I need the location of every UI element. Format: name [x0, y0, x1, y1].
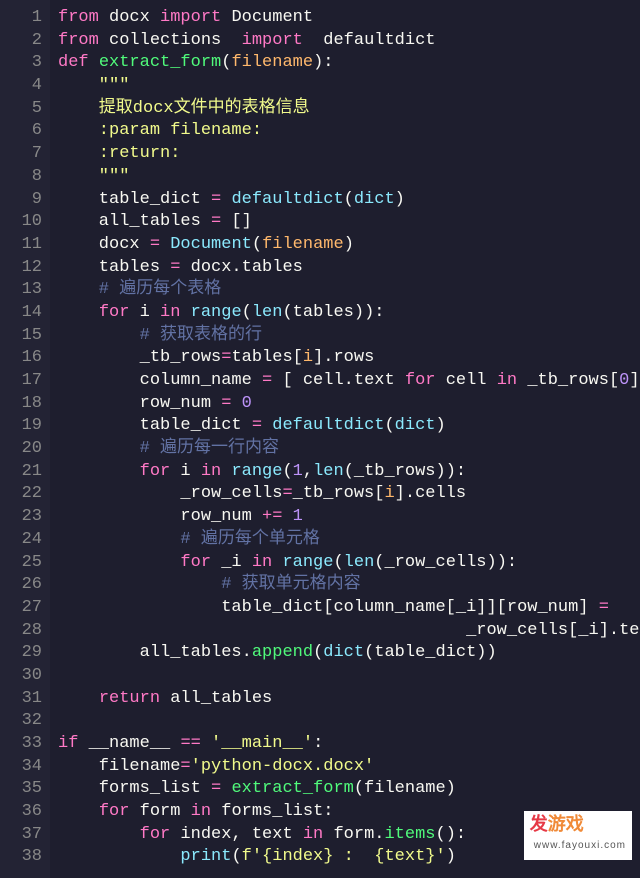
line-number: 5 [0, 98, 42, 121]
code-line[interactable]: filename='python-docx.docx' [58, 756, 640, 779]
line-number: 21 [0, 461, 42, 484]
line-number: 6 [0, 120, 42, 143]
code-editor: 1234567891011121314151617181920212223242… [0, 0, 640, 878]
line-number: 24 [0, 529, 42, 552]
line-number: 15 [0, 325, 42, 348]
code-line[interactable]: row_num = 0 [58, 393, 640, 416]
line-number: 17 [0, 370, 42, 393]
line-number: 7 [0, 143, 42, 166]
line-number: 14 [0, 302, 42, 325]
line-number: 11 [0, 234, 42, 257]
code-line[interactable]: table_dict[column_name[_i]][row_num] = [58, 597, 640, 620]
line-number: 25 [0, 552, 42, 575]
watermark-char1: 发 [530, 814, 548, 834]
code-line[interactable]: # 遍历每个单元格 [58, 529, 640, 552]
code-line[interactable]: for _i in range(len(_row_cells)): [58, 552, 640, 575]
line-number: 18 [0, 393, 42, 416]
code-line[interactable]: from docx import Document [58, 7, 640, 30]
line-number-gutter: 1234567891011121314151617181920212223242… [0, 0, 50, 878]
line-number: 36 [0, 801, 42, 824]
line-number: 30 [0, 665, 42, 688]
watermark-url: www.fayouxi.com [534, 835, 626, 858]
line-number: 10 [0, 211, 42, 234]
code-line[interactable] [58, 710, 640, 733]
line-number: 28 [0, 620, 42, 643]
code-line[interactable]: tables = docx.tables [58, 257, 640, 280]
code-area[interactable]: from docx import Documentfrom collection… [50, 0, 640, 878]
code-line[interactable]: if __name__ == '__main__': [58, 733, 640, 756]
line-number: 33 [0, 733, 42, 756]
code-line[interactable]: all_tables = [] [58, 211, 640, 234]
line-number: 29 [0, 642, 42, 665]
code-line[interactable]: for i in range(len(tables)): [58, 302, 640, 325]
watermark-logo: 发游戏 www.fayouxi.com [524, 811, 632, 860]
code-line[interactable]: # 遍历每一行内容 [58, 438, 640, 461]
line-number: 38 [0, 846, 42, 869]
code-line[interactable]: forms_list = extract_form(filename) [58, 778, 640, 801]
code-line[interactable]: # 获取单元格内容 [58, 574, 640, 597]
line-number: 9 [0, 189, 42, 212]
line-number: 8 [0, 166, 42, 189]
line-number: 32 [0, 710, 42, 733]
code-line[interactable]: docx = Document(filename) [58, 234, 640, 257]
line-number: 20 [0, 438, 42, 461]
line-number: 27 [0, 597, 42, 620]
code-line[interactable]: # 获取表格的行 [58, 325, 640, 348]
line-number: 31 [0, 688, 42, 711]
line-number: 16 [0, 347, 42, 370]
line-number: 22 [0, 483, 42, 506]
line-number: 3 [0, 52, 42, 75]
code-line[interactable] [58, 665, 640, 688]
code-line[interactable]: # 遍历每个表格 [58, 279, 640, 302]
code-line[interactable]: return all_tables [58, 688, 640, 711]
code-line[interactable]: _row_cells[_i].text [58, 620, 640, 643]
line-number: 23 [0, 506, 42, 529]
code-line[interactable]: for i in range(1,len(_tb_rows)): [58, 461, 640, 484]
code-line[interactable]: def extract_form(filename): [58, 52, 640, 75]
code-line[interactable]: from collections import defaultdict [58, 30, 640, 53]
line-number: 2 [0, 30, 42, 53]
code-line[interactable]: table_dict = defaultdict(dict) [58, 415, 640, 438]
watermark-char2: 游戏 [548, 814, 584, 834]
line-number: 34 [0, 756, 42, 779]
line-number: 1 [0, 7, 42, 30]
line-number: 35 [0, 778, 42, 801]
line-number: 4 [0, 75, 42, 98]
code-line[interactable]: _tb_rows=tables[i].rows [58, 347, 640, 370]
code-line[interactable]: """ [58, 75, 640, 98]
line-number: 12 [0, 257, 42, 280]
code-line[interactable]: row_num += 1 [58, 506, 640, 529]
line-number: 37 [0, 824, 42, 847]
line-number: 13 [0, 279, 42, 302]
code-line[interactable]: :return: [58, 143, 640, 166]
code-line[interactable]: """ [58, 166, 640, 189]
line-number: 19 [0, 415, 42, 438]
code-line[interactable]: table_dict = defaultdict(dict) [58, 189, 640, 212]
code-line[interactable]: _row_cells=_tb_rows[i].cells [58, 483, 640, 506]
line-number: 26 [0, 574, 42, 597]
code-line[interactable]: all_tables.append(dict(table_dict)) [58, 642, 640, 665]
code-line[interactable]: column_name = [ cell.text for cell in _t… [58, 370, 640, 393]
code-line[interactable]: 提取docx文件中的表格信息 [58, 98, 640, 121]
code-line[interactable]: :param filename: [58, 120, 640, 143]
